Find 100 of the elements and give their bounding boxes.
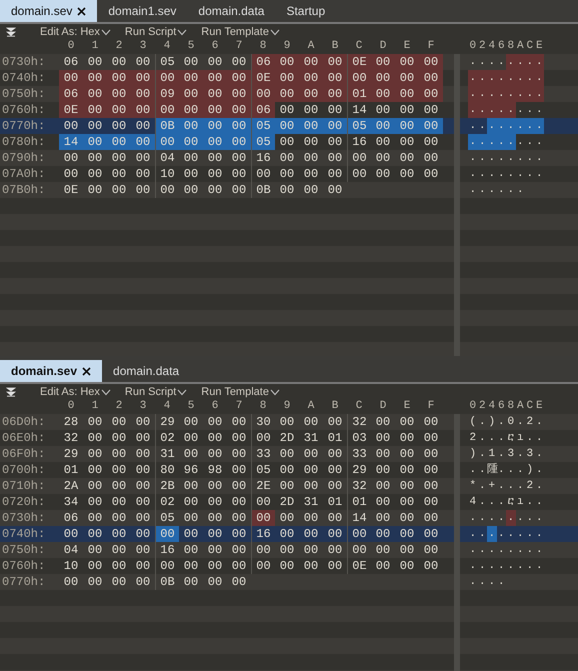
hex-byte[interactable]: 00 (179, 430, 203, 446)
hex-byte[interactable]: 00 (83, 478, 107, 494)
hex-byte[interactable]: 01 (59, 462, 83, 478)
hex-byte[interactable]: 00 (419, 134, 443, 150)
hex-byte[interactable]: 00 (155, 134, 179, 150)
decoded-char[interactable]: . (534, 526, 544, 542)
hex-byte[interactable]: 00 (419, 462, 443, 478)
hex-byte[interactable]: 00 (395, 150, 419, 166)
hex-byte[interactable]: 00 (83, 430, 107, 446)
hex-byte[interactable]: 00 (131, 86, 155, 102)
hex-byte[interactable]: 00 (323, 510, 347, 526)
hex-byte[interactable]: 00 (275, 70, 299, 86)
file-tab[interactable]: domain.data (187, 0, 276, 22)
hex-byte[interactable]: 00 (395, 102, 419, 118)
decoded-char[interactable]: . (534, 134, 544, 150)
hex-byte[interactable]: 00 (203, 558, 227, 574)
decoded-char[interactable]: 0 (506, 414, 516, 430)
hex-byte[interactable]: 00 (227, 86, 251, 102)
hex-byte[interactable]: 00 (131, 414, 155, 430)
decoded-char[interactable]: . (506, 134, 516, 150)
decoded-char[interactable]: . (468, 574, 478, 590)
hex-byte[interactable]: 00 (179, 526, 203, 542)
hex-byte[interactable]: 00 (83, 542, 107, 558)
decoded-char[interactable]: . (496, 558, 506, 574)
decoded-char[interactable]: ⴀ (506, 430, 516, 446)
hex-byte[interactable]: 00 (419, 414, 443, 430)
decoded-char[interactable]: . (525, 118, 534, 134)
decoded-char[interactable]: . (496, 414, 506, 430)
hex-byte[interactable]: 00 (131, 54, 155, 70)
hex-byte[interactable]: 00 (83, 134, 107, 150)
decoded-char[interactable]: . (506, 542, 516, 558)
hex-byte[interactable]: 00 (395, 54, 419, 70)
hex-byte[interactable]: 0E (59, 102, 83, 118)
decoded-char[interactable]: . (496, 446, 506, 462)
decoded-char[interactable]: . (468, 102, 478, 118)
hex-byte[interactable]: 00 (227, 134, 251, 150)
hex-byte[interactable]: 00 (227, 494, 251, 510)
hex-byte[interactable]: 00 (371, 150, 395, 166)
hex-byte[interactable]: 00 (131, 462, 155, 478)
hex-byte[interactable]: 00 (275, 150, 299, 166)
hex-byte[interactable]: 00 (395, 86, 419, 102)
hex-byte[interactable]: 2A (59, 478, 83, 494)
decoded-char[interactable]: . (496, 574, 506, 590)
hex-byte[interactable]: 00 (83, 494, 107, 510)
decoded-char[interactable]: . (478, 574, 487, 590)
decoded-char[interactable]: . (525, 542, 534, 558)
toolbar-dropdown[interactable]: Edit As: Hex (40, 386, 111, 398)
decoded-char[interactable]: . (525, 510, 534, 526)
hex-byte[interactable]: 00 (107, 446, 131, 462)
hex-byte[interactable]: 00 (395, 118, 419, 134)
decoded-char[interactable]: . (468, 510, 478, 526)
hex-byte[interactable]: 00 (179, 102, 203, 118)
hex-byte[interactable]: 00 (107, 54, 131, 70)
decoded-char[interactable]: ( (468, 414, 478, 430)
hex-byte[interactable]: 00 (371, 494, 395, 510)
hex-byte[interactable]: 00 (395, 430, 419, 446)
decoded-char[interactable]: . (478, 414, 487, 430)
hex-byte[interactable]: 00 (395, 134, 419, 150)
toolbar-dropdown[interactable]: Run Template (201, 386, 280, 398)
decoded-char[interactable]: . (506, 118, 516, 134)
hex-byte[interactable]: 00 (131, 446, 155, 462)
hex-byte[interactable]: 00 (179, 150, 203, 166)
hex-byte[interactable]: 00 (227, 54, 251, 70)
hex-byte[interactable]: 00 (203, 166, 227, 182)
hex-byte[interactable]: 00 (251, 86, 275, 102)
hex-byte[interactable]: 00 (371, 86, 395, 102)
hex-byte[interactable]: 00 (107, 118, 131, 134)
hex-byte[interactable]: 00 (203, 54, 227, 70)
decoded-char[interactable]: . (506, 86, 516, 102)
decoded-char[interactable]: . (506, 510, 516, 526)
hex-byte[interactable]: 00 (203, 118, 227, 134)
hex-byte[interactable]: 00 (395, 494, 419, 510)
decoded-char[interactable]: 1 (487, 446, 496, 462)
decoded-char[interactable]: . (534, 150, 544, 166)
hex-byte[interactable]: 00 (107, 166, 131, 182)
hex-byte[interactable]: 00 (299, 54, 323, 70)
hex-byte[interactable]: 00 (419, 150, 443, 166)
hex-byte[interactable]: 00 (371, 558, 395, 574)
decoded-char[interactable]: . (487, 86, 496, 102)
decoded-char[interactable]: . (468, 558, 478, 574)
decoded-char[interactable]: . (487, 526, 496, 542)
hex-byte[interactable]: 00 (107, 478, 131, 494)
decoded-char[interactable]: . (525, 54, 534, 70)
hex-byte[interactable]: 09 (155, 86, 179, 102)
hex-byte[interactable]: 00 (395, 414, 419, 430)
hex-byte[interactable]: 00 (227, 510, 251, 526)
decoded-char[interactable]: . (506, 462, 516, 478)
hex-byte[interactable]: 00 (131, 150, 155, 166)
decoded-char[interactable]: ı (516, 430, 525, 446)
hex-byte[interactable]: 29 (59, 446, 83, 462)
decoded-char[interactable]: . (478, 510, 487, 526)
hex-byte[interactable]: 00 (179, 558, 203, 574)
hex-byte[interactable]: 00 (83, 54, 107, 70)
hex-byte[interactable]: 00 (371, 526, 395, 542)
hex-byte[interactable]: 00 (131, 102, 155, 118)
hex-byte[interactable]: 00 (371, 70, 395, 86)
hex-byte[interactable]: 0E (59, 182, 83, 198)
toolbar-dropdown[interactable]: Run Script (124, 386, 188, 398)
hex-byte[interactable]: 00 (83, 70, 107, 86)
hex-byte[interactable]: 00 (59, 166, 83, 182)
